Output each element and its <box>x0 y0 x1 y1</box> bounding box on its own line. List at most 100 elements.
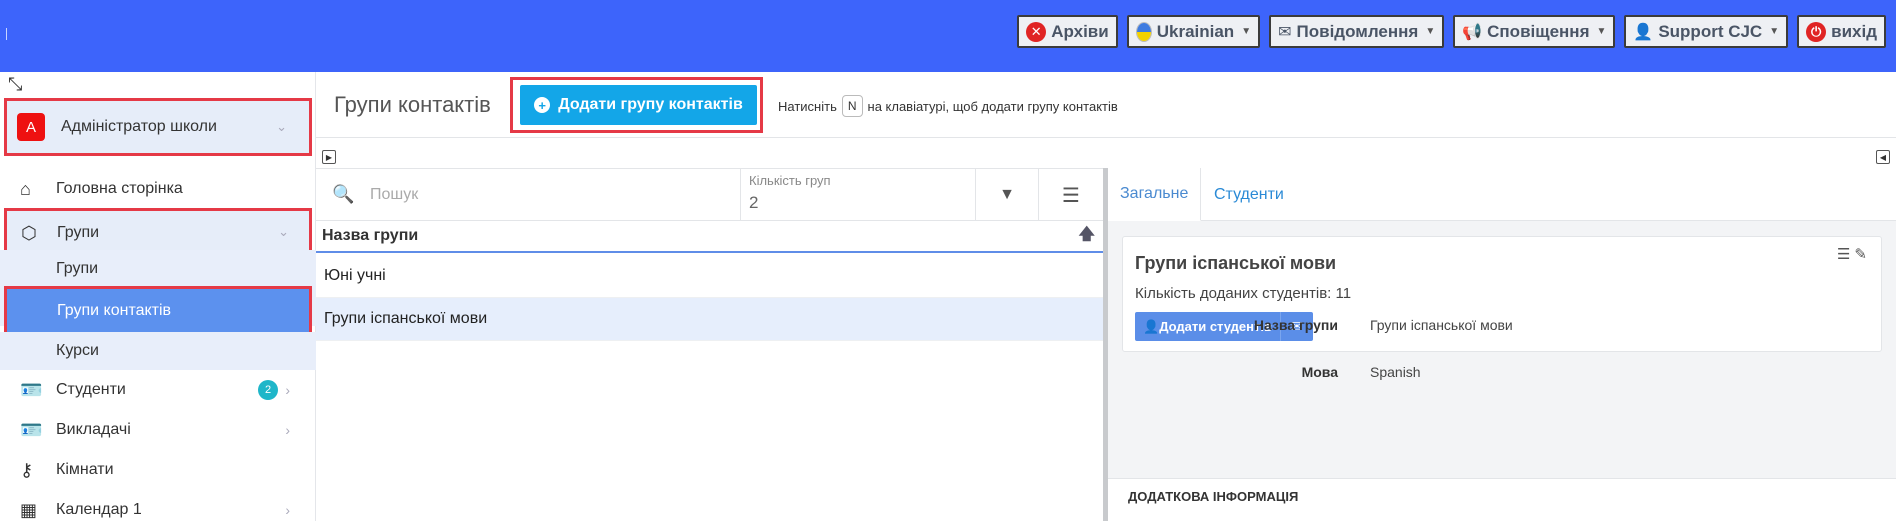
search-row: 🔍 Кількість груп 2 ▼ ☰ <box>316 169 1103 221</box>
chevron-down-icon: ▼ <box>1425 26 1436 37</box>
groups-list-panel: 🔍 Кількість груп 2 ▼ ☰ Назва групи 🡅 Юні… <box>316 168 1103 521</box>
chevron-down-icon: ▼ <box>1596 26 1607 37</box>
list-icon[interactable]: ☰ <box>1837 245 1850 263</box>
sidebar-item-label: Головна сторінка <box>56 180 183 197</box>
plus-circle-icon: + <box>534 97 551 113</box>
ukraine-flag-icon <box>1135 21 1152 42</box>
search-icon: 🔍 <box>332 184 355 204</box>
language-label: Ukrainian <box>1156 21 1235 41</box>
extra-info-header: ДОДАТКОВА ІНФОРМАЦІЯ <box>1108 478 1896 521</box>
key-icon: ⚷ <box>20 460 34 480</box>
box-icon: ⬡ <box>21 223 37 243</box>
expand-right-icon[interactable]: ◀ <box>1876 150 1890 164</box>
table-row[interactable]: Юні учні <box>316 255 1103 298</box>
hint-key: N <box>841 95 863 117</box>
row-name: Юні учні <box>324 267 386 284</box>
logout-button[interactable]: ⏻ вихід <box>1797 15 1886 48</box>
id-card-icon: 🪪 <box>20 420 43 440</box>
sidebar-item-label: Кімнати <box>56 461 114 478</box>
sidebar-item-teachers[interactable]: 🪪 Викладачі › <box>0 411 316 449</box>
topbar-edge-mark <box>6 28 7 40</box>
count-label: Кількість груп <box>749 173 831 188</box>
top-toolbar: ✕ Архіви Ukrainian ▼ ✉ Повідомлення ▼ 📢 … <box>1017 15 1886 48</box>
messages-dropdown[interactable]: ✉ Повідомлення ▼ <box>1269 15 1445 48</box>
group-title: Групи іспанської мови <box>1135 253 1337 273</box>
field-label: Мова <box>1301 364 1338 380</box>
table-row[interactable]: Групи іспанської мови <box>316 298 1103 341</box>
id-card-icon: 🪪 <box>20 380 43 400</box>
field-value: Групи іспанської мови <box>1370 317 1513 333</box>
hint-suffix: на клавіатурі, щоб додати групу контакті… <box>867 98 1118 114</box>
keyboard-hint: Натисніть N на клавіатурі, щоб додати гр… <box>778 95 1118 117</box>
envelope-icon: ✉ <box>1278 23 1292 41</box>
logout-label: вихід <box>1831 21 1877 41</box>
sidebar-item-rooms[interactable]: ⚷ Кімнати <box>0 451 316 489</box>
close-circle-icon: ✕ <box>1026 21 1047 42</box>
add-contact-group-button[interactable]: + Додати групу контактів <box>520 85 757 125</box>
row-name: Групи іспанської мови <box>324 310 488 327</box>
menu-button[interactable]: ☰ <box>1039 169 1103 221</box>
filter-button[interactable]: ▼ <box>976 169 1039 221</box>
chevron-down-icon: ▼ <box>1241 26 1252 37</box>
chevron-down-icon: ⌄ <box>276 119 287 134</box>
avatar: A <box>17 113 45 141</box>
detail-tabs: Загальне Студенти <box>1108 168 1896 221</box>
sidebar-subitem-courses[interactable]: Курси <box>0 332 316 370</box>
sidebar-item-label: Викладачі <box>56 421 131 438</box>
group-card: Групи іспанської мови Кількість доданих … <box>1122 236 1882 352</box>
megaphone-icon: 📢 <box>1462 23 1483 41</box>
filter-icon: ▼ <box>999 186 1015 203</box>
language-dropdown[interactable]: Ukrainian ▼ <box>1126 15 1261 48</box>
sidebar-subitem-groups[interactable]: Групи <box>0 250 316 288</box>
chevron-right-icon: › <box>285 422 290 438</box>
count-value: 2 <box>749 193 759 212</box>
tab-students[interactable]: Студенти <box>1202 168 1296 221</box>
home-icon: ⌂ <box>20 179 31 199</box>
user-label: Support CJC <box>1658 21 1763 41</box>
page-title: Групи контактів <box>334 92 491 117</box>
tab-label: Студенти <box>1214 185 1284 203</box>
column-header-label: Назва групи <box>322 227 419 244</box>
field-value: Spanish <box>1370 364 1421 380</box>
pencil-icon[interactable]: ✎ <box>1854 245 1867 263</box>
group-count-cell: Кількість груп 2 <box>740 169 976 221</box>
hint-prefix: Натисніть <box>778 98 837 114</box>
sort-up-icon[interactable]: 🡅 <box>1079 223 1095 250</box>
collapse-arrows-icon[interactable]: ⤡ <box>8 74 22 95</box>
chevron-down-icon: ⌄ <box>278 224 289 239</box>
sidebar-item-label: Студенти <box>56 381 126 398</box>
sidebar-item-home[interactable]: ⌂ Головна сторінка <box>0 170 316 208</box>
sidebar-item-calendar[interactable]: ▦ Календар 1 › <box>0 491 316 521</box>
sidebar-subitem-contact-groups[interactable]: Групи контактів <box>4 286 312 336</box>
add-button-label: Додати групу контактів <box>558 96 743 113</box>
count-badge: 2 <box>258 380 278 400</box>
sidebar-item-label: Календар 1 <box>56 501 142 518</box>
archive-button[interactable]: ✕ Архіви <box>1017 15 1118 48</box>
search-input[interactable] <box>370 183 700 207</box>
sidebar-item-label: Групи <box>57 224 100 241</box>
sidebar-subitem-label: Групи контактів <box>57 302 172 319</box>
field-label: Назва групи <box>1253 317 1338 333</box>
chevron-right-icon: › <box>285 382 290 398</box>
notifications-label: Сповіщення <box>1487 21 1590 41</box>
sidebar-subitem-label: Групи <box>56 260 99 277</box>
notifications-dropdown[interactable]: 📢 Сповіщення ▼ <box>1453 15 1616 48</box>
user-icon: 👤 <box>1633 23 1654 41</box>
admin-role-selector[interactable]: A Адміністратор школи ⌄ <box>4 98 312 156</box>
user-dropdown[interactable]: 👤 Support CJC ▼ <box>1624 15 1789 48</box>
top-bar: ✕ Архіви Ukrainian ▼ ✉ Повідомлення ▼ 📢 … <box>0 0 1896 72</box>
card-tools: ☰ ✎ <box>1837 245 1867 263</box>
power-icon: ⏻ <box>1806 21 1827 42</box>
chevron-down-icon: ▼ <box>1769 26 1780 37</box>
group-detail-panel: Загальне Студенти Групи іспанської мови … <box>1103 168 1896 521</box>
hamburger-icon: ☰ <box>1062 184 1080 207</box>
column-header-group-name[interactable]: Назва групи 🡅 <box>316 221 1103 253</box>
students-count: Кількість доданих студентів: 11 <box>1135 285 1352 302</box>
messages-label: Повідомлення <box>1296 21 1419 41</box>
archive-label: Архіви <box>1051 21 1109 41</box>
tab-general[interactable]: Загальне <box>1108 168 1202 221</box>
tab-label: Загальне <box>1120 185 1189 202</box>
expand-left-icon[interactable]: ▶ <box>322 150 336 164</box>
admin-label: Адміністратор школи <box>61 118 217 135</box>
sidebar-item-students[interactable]: 🪪 Студенти 2 › <box>0 371 316 409</box>
